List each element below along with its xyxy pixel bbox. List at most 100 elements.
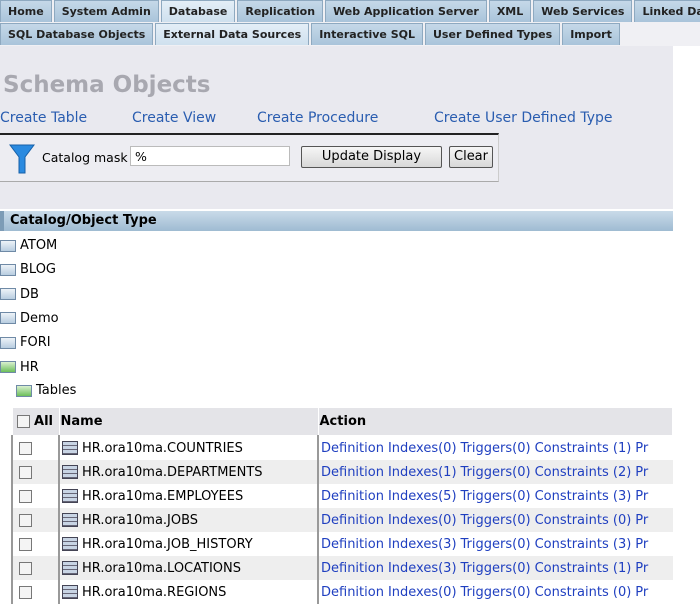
table-name[interactable]: HR.ora10ma.COUNTRIES (82, 441, 243, 456)
truncated-link[interactable]: Pr (635, 513, 648, 528)
folder-icon (0, 263, 16, 276)
tree-node-label: FORI (20, 335, 51, 351)
tab-system-admin[interactable]: System Admin (53, 0, 159, 22)
truncated-link[interactable]: Pr (635, 441, 648, 456)
checkbox-cell (11, 435, 59, 460)
tree-node-blog[interactable]: BLOG (0, 262, 56, 277)
table-name[interactable]: HR.ora10ma.JOBS (82, 513, 198, 528)
indexes-link[interactable]: Indexes(5) (388, 489, 457, 504)
clear-button[interactable]: Clear (449, 146, 493, 168)
row-checkbox[interactable] (19, 585, 32, 599)
tab-web-application-server[interactable]: Web Application Server (325, 0, 487, 22)
definition-link[interactable]: Definition (321, 489, 384, 504)
row-checkbox[interactable] (19, 561, 32, 575)
tree-node-label: HR (20, 359, 39, 375)
create-table-link[interactable]: Create Table (0, 110, 87, 126)
subtab-sql-database-objects[interactable]: SQL Database Objects (0, 23, 154, 45)
tree-node-fori[interactable]: FORI (0, 335, 51, 350)
tab-database[interactable]: Database (160, 0, 236, 22)
indexes-link[interactable]: Indexes(0) (388, 513, 457, 528)
table-row: HR.ora10ma.JOB_HISTORY Definition Indexes(… (11, 532, 673, 556)
folder-icon (0, 312, 16, 325)
update-display-button[interactable]: Update Display (301, 146, 442, 168)
action-cell: Definition Indexes(5) Triggers(0) Constrain… (317, 484, 673, 508)
name-cell: HR.ora10ma.JOBS (58, 508, 318, 532)
checkbox-cell (11, 460, 59, 484)
indexes-link[interactable]: Indexes(3) (388, 537, 457, 552)
constraints-link[interactable]: Constraints (2) (535, 465, 632, 480)
checkbox-cell (11, 532, 59, 556)
table-name[interactable]: HR.ora10ma.REGIONS (82, 585, 226, 600)
definition-link[interactable]: Definition (321, 585, 384, 600)
name-cell: HR.ora10ma.EMPLOYEES (58, 484, 318, 508)
tab-linked-data[interactable]: Linked Data (634, 0, 700, 22)
constraints-link[interactable]: Constraints (3) (535, 537, 632, 552)
header-panel (0, 46, 673, 209)
triggers-link[interactable]: Triggers(0) (461, 513, 531, 528)
tab-xml[interactable]: XML (488, 0, 532, 22)
tab-home[interactable]: Home (0, 0, 52, 22)
select-all-header[interactable]: All (11, 407, 60, 436)
subtab-interactive-sql[interactable]: Interactive SQL (311, 23, 423, 45)
truncated-link[interactable]: Pr (635, 465, 648, 480)
definition-link[interactable]: Definition (321, 441, 384, 456)
constraints-link[interactable]: Constraints (1) (535, 441, 632, 456)
definition-link[interactable]: Definition (321, 513, 384, 528)
constraints-link[interactable]: Constraints (0) (535, 513, 632, 528)
indexes-link[interactable]: Indexes(0) (388, 585, 457, 600)
table-icon (62, 561, 78, 575)
table-name[interactable]: HR.ora10ma.DEPARTMENTS (82, 465, 263, 480)
truncated-link[interactable]: Pr (635, 489, 648, 504)
triggers-link[interactable]: Triggers(0) (461, 561, 531, 576)
indexes-link[interactable]: Indexes(0) (388, 441, 457, 456)
table-name[interactable]: HR.ora10ma.EMPLOYEES (82, 489, 243, 504)
indexes-link[interactable]: Indexes(3) (388, 561, 457, 576)
tab-replication[interactable]: Replication (237, 0, 324, 22)
table-name[interactable]: HR.ora10ma.LOCATIONS (82, 561, 241, 576)
row-checkbox[interactable] (19, 465, 32, 479)
action-header: Action (317, 407, 673, 436)
tree-node-db[interactable]: DB (0, 287, 39, 302)
create-view-link[interactable]: Create View (132, 110, 216, 126)
tree-node-hr[interactable]: HR (0, 360, 39, 375)
triggers-link[interactable]: Triggers(0) (461, 537, 531, 552)
subtab-import[interactable]: Import (562, 23, 620, 45)
tables-table: All Name Action HR.ora10ma.COUNTRIES Defi… (11, 407, 673, 604)
tab-web-services[interactable]: Web Services (533, 0, 633, 22)
all-label: All (34, 414, 54, 429)
tree-node-atom[interactable]: ATOM (0, 238, 57, 253)
create-udt-link[interactable]: Create User Defined Type (434, 110, 613, 126)
filter-box: Catalog mask % Update Display Clear (0, 133, 499, 182)
constraints-link[interactable]: Constraints (0) (535, 585, 632, 600)
triggers-link[interactable]: Triggers(0) (461, 441, 531, 456)
page-title: Schema Objects (3, 72, 211, 98)
row-checkbox[interactable] (19, 537, 32, 551)
row-checkbox[interactable] (19, 489, 32, 503)
indexes-link[interactable]: Indexes(1) (388, 465, 457, 480)
tree-node-demo[interactable]: Demo (0, 311, 59, 326)
definition-link[interactable]: Definition (321, 537, 384, 552)
action-cell: Definition Indexes(0) Triggers(0) Constrain… (317, 508, 673, 532)
truncated-link[interactable]: Pr (635, 561, 648, 576)
row-checkbox[interactable] (19, 513, 32, 527)
definition-link[interactable]: Definition (321, 465, 384, 480)
tree-node-label: ATOM (20, 238, 58, 253)
subtab-user-defined-types[interactable]: User Defined Types (425, 23, 561, 45)
action-cell: Definition Indexes(3) Triggers(0) Constrain… (317, 556, 673, 580)
create-procedure-link[interactable]: Create Procedure (257, 110, 378, 126)
definition-link[interactable]: Definition (321, 561, 384, 576)
table-row: HR.ora10ma.EMPLOYEES Definition Indexes(5)… (11, 484, 673, 508)
triggers-link[interactable]: Triggers(0) (461, 489, 531, 504)
constraints-link[interactable]: Constraints (1) (535, 561, 632, 576)
constraints-link[interactable]: Constraints (3) (535, 489, 632, 504)
triggers-link[interactable]: Triggers(0) (461, 465, 531, 480)
subtab-external-data-sources[interactable]: External Data Sources (155, 23, 310, 45)
tree-node-tables[interactable]: Tables (16, 383, 76, 398)
truncated-link[interactable]: Pr (635, 585, 648, 600)
table-name[interactable]: HR.ora10ma.JOB_HISTORY (82, 537, 253, 552)
row-checkbox[interactable] (19, 441, 32, 455)
truncated-link[interactable]: Pr (635, 537, 648, 552)
select-all-checkbox[interactable] (16, 415, 30, 428)
catalog-mask-input[interactable]: % (130, 146, 290, 166)
triggers-link[interactable]: Triggers(0) (461, 585, 531, 600)
